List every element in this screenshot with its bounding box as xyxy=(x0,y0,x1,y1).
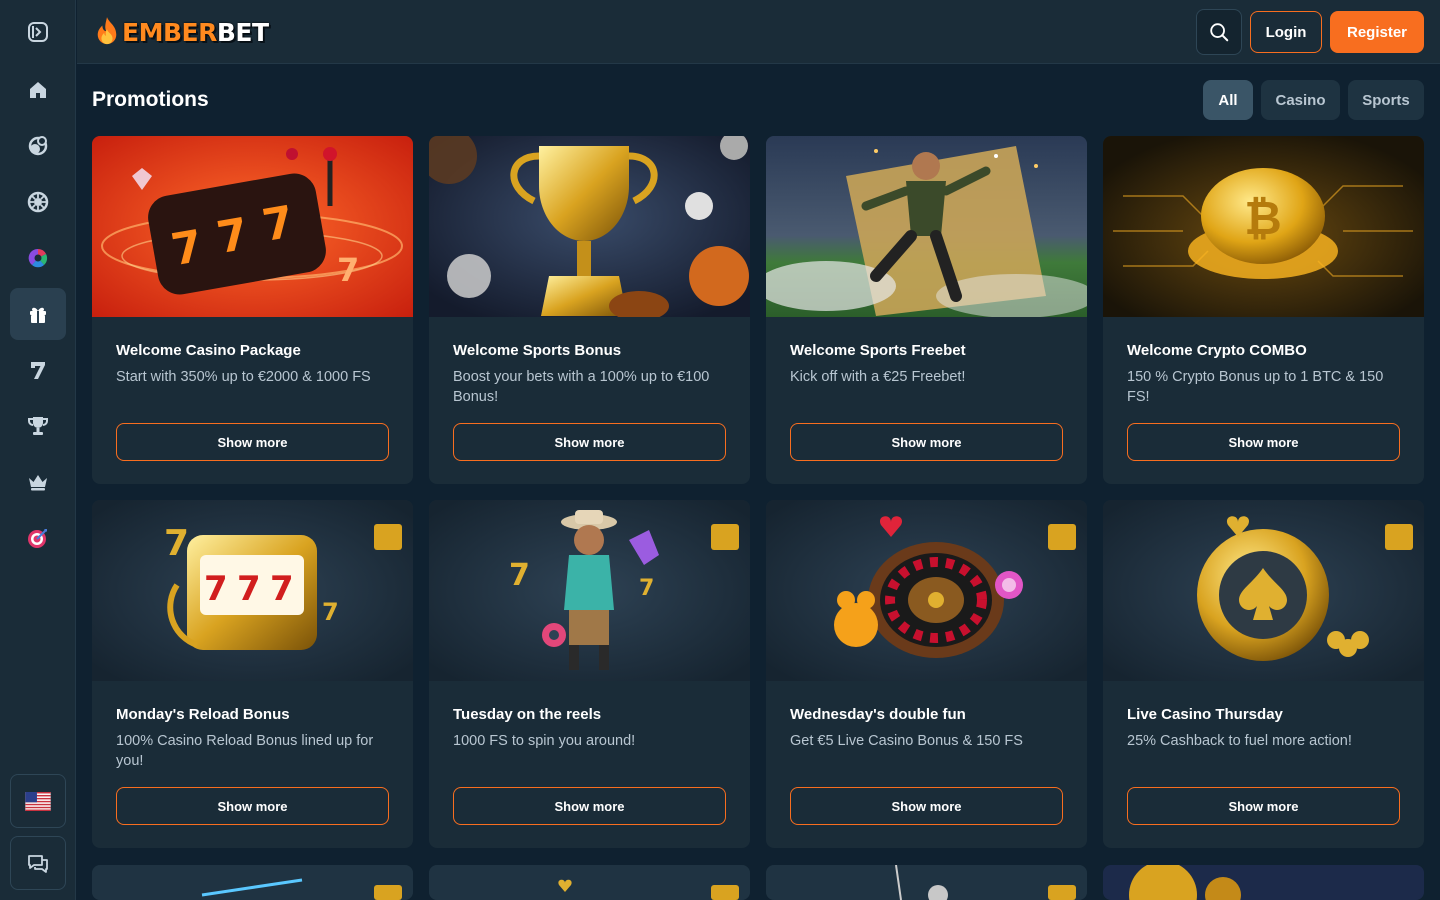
sidebar-item-tournaments[interactable] xyxy=(10,400,66,452)
svg-text:₿: ₿ xyxy=(1244,191,1282,245)
promo-card: Live Casino Thursday 25% Cashback to fue… xyxy=(1103,500,1424,848)
promo-card: Welcome Sports Freebet Kick off with a €… xyxy=(766,136,1087,484)
collapse-sidebar-button[interactable] xyxy=(10,6,66,58)
chat-icon xyxy=(28,855,48,873)
page-title: Promotions xyxy=(92,88,209,111)
sidebar-item-vip[interactable] xyxy=(10,456,66,508)
promo-card: Welcome Sports Bonus Boost your bets wit… xyxy=(429,136,750,484)
trophy-icon xyxy=(28,417,48,435)
flame-logo-icon xyxy=(97,17,117,45)
filter-tab-sports[interactable]: Sports xyxy=(1348,80,1424,120)
filter-tab-all[interactable]: All xyxy=(1203,80,1253,120)
promo-title: Welcome Sports Bonus xyxy=(453,342,622,359)
show-more-button[interactable]: Show more xyxy=(116,423,389,461)
promo-title: Welcome Crypto COMBO xyxy=(1127,342,1307,359)
logo[interactable]: EMBERBET xyxy=(94,13,269,51)
sidebar-item-sports[interactable] xyxy=(10,120,66,172)
svg-text:7: 7 xyxy=(639,576,654,601)
promo-description: 1000 FS to spin you around! xyxy=(453,733,636,749)
filter-tab-casino[interactable]: Casino xyxy=(1261,80,1340,120)
collapse-sidebar-icon xyxy=(28,22,48,42)
target-icon xyxy=(28,529,47,548)
seven-icon xyxy=(31,362,45,379)
promo-card-partial xyxy=(766,865,1087,900)
promo-image-trophy xyxy=(429,136,750,317)
chat-button[interactable] xyxy=(10,836,66,890)
promo-title: Live Casino Thursday xyxy=(1127,706,1283,723)
gift-icon xyxy=(30,307,46,323)
promo-image-bitcoin: ₿ xyxy=(1103,136,1424,317)
promo-card: 777 7 7 Monday's Reload Bonus 100% Casin… xyxy=(92,500,413,848)
promo-title: Welcome Sports Freebet xyxy=(790,342,966,359)
promo-title: Wednesday's double fun xyxy=(790,706,966,723)
show-more-button[interactable]: Show more xyxy=(453,423,726,461)
casino-icon xyxy=(27,191,49,213)
promo-description: Kick off with a €25 Freebet! xyxy=(790,369,966,385)
sidebar-item-home[interactable] xyxy=(10,64,66,116)
promo-card: ₿ Welcome Crypto COMBO 150 % Crypto Bonu… xyxy=(1103,136,1424,484)
logo-text: EMBERBET xyxy=(122,17,269,47)
promo-image-football-player xyxy=(766,136,1087,317)
promo-image-gold-slot: 777 7 7 xyxy=(92,500,413,681)
show-more-button[interactable]: Show more xyxy=(790,423,1063,461)
live-icon xyxy=(28,248,48,268)
promo-image-poker-chip xyxy=(1103,500,1424,681)
svg-text:7: 7 xyxy=(322,598,339,626)
sidebar xyxy=(0,0,76,900)
svg-text:7: 7 xyxy=(204,569,228,609)
promo-card-partial xyxy=(92,865,413,900)
promo-card-partial xyxy=(429,865,750,900)
sidebar-item-live[interactable] xyxy=(10,232,66,284)
search-button[interactable] xyxy=(1196,9,1242,55)
promo-description: 25% Cashback to fuel more action! xyxy=(1127,733,1352,749)
promo-description: 150 % Crypto Bonus up to 1 BTC & 150 FS! xyxy=(1127,369,1384,405)
top-header: EMBERBET Login Register xyxy=(77,0,1440,64)
promo-image-partial xyxy=(92,865,413,900)
promo-image-partial xyxy=(429,865,750,900)
promo-description: 100% Casino Reload Bonus lined up for yo… xyxy=(116,733,374,769)
svg-text:7: 7 xyxy=(337,251,359,289)
promo-image-cowboy: 7 7 xyxy=(429,500,750,681)
svg-text:7: 7 xyxy=(237,569,261,609)
us-flag-icon xyxy=(25,791,51,811)
promo-image-slot-machine: 777 7 xyxy=(92,136,413,317)
sidebar-item-promotions[interactable] xyxy=(10,288,66,340)
search-icon xyxy=(1210,23,1229,42)
language-selector[interactable] xyxy=(10,774,66,828)
promo-card: Wednesday's double fun Get €5 Live Casin… xyxy=(766,500,1087,848)
sidebar-item-slots[interactable] xyxy=(10,344,66,396)
show-more-button[interactable]: Show more xyxy=(790,787,1063,825)
promo-title: Welcome Casino Package xyxy=(116,342,301,359)
login-button[interactable]: Login xyxy=(1250,11,1322,53)
promo-card-partial xyxy=(1103,865,1424,900)
promo-image-partial xyxy=(766,865,1087,900)
home-icon xyxy=(30,82,46,98)
crown-icon xyxy=(29,475,47,491)
sidebar-item-casino[interactable] xyxy=(10,176,66,228)
promo-description: Get €5 Live Casino Bonus & 150 FS xyxy=(790,733,1023,749)
show-more-button[interactable]: Show more xyxy=(1127,787,1400,825)
register-button[interactable]: Register xyxy=(1330,11,1424,53)
svg-text:7: 7 xyxy=(509,558,530,593)
promo-title: Monday's Reload Bonus xyxy=(116,706,290,723)
show-more-button[interactable]: Show more xyxy=(1127,423,1400,461)
svg-text:7: 7 xyxy=(164,523,189,564)
svg-text:7: 7 xyxy=(270,569,294,609)
show-more-button[interactable]: Show more xyxy=(453,787,726,825)
promo-card: 7 7 Tuesday on the reels 1000 FS to spin… xyxy=(429,500,750,848)
promo-card: 777 7 Welcome Casino Package Start with … xyxy=(92,136,413,484)
promo-image-roulette xyxy=(766,500,1087,681)
show-more-button[interactable]: Show more xyxy=(116,787,389,825)
promo-image-partial xyxy=(1103,865,1424,900)
sidebar-item-missions[interactable] xyxy=(10,512,66,564)
promo-title: Tuesday on the reels xyxy=(453,706,602,723)
sports-icon xyxy=(28,136,48,156)
promo-description: Start with 350% up to €2000 & 1000 FS xyxy=(116,369,371,385)
promo-description: Boost your bets with a 100% up to €100 B… xyxy=(453,369,710,405)
